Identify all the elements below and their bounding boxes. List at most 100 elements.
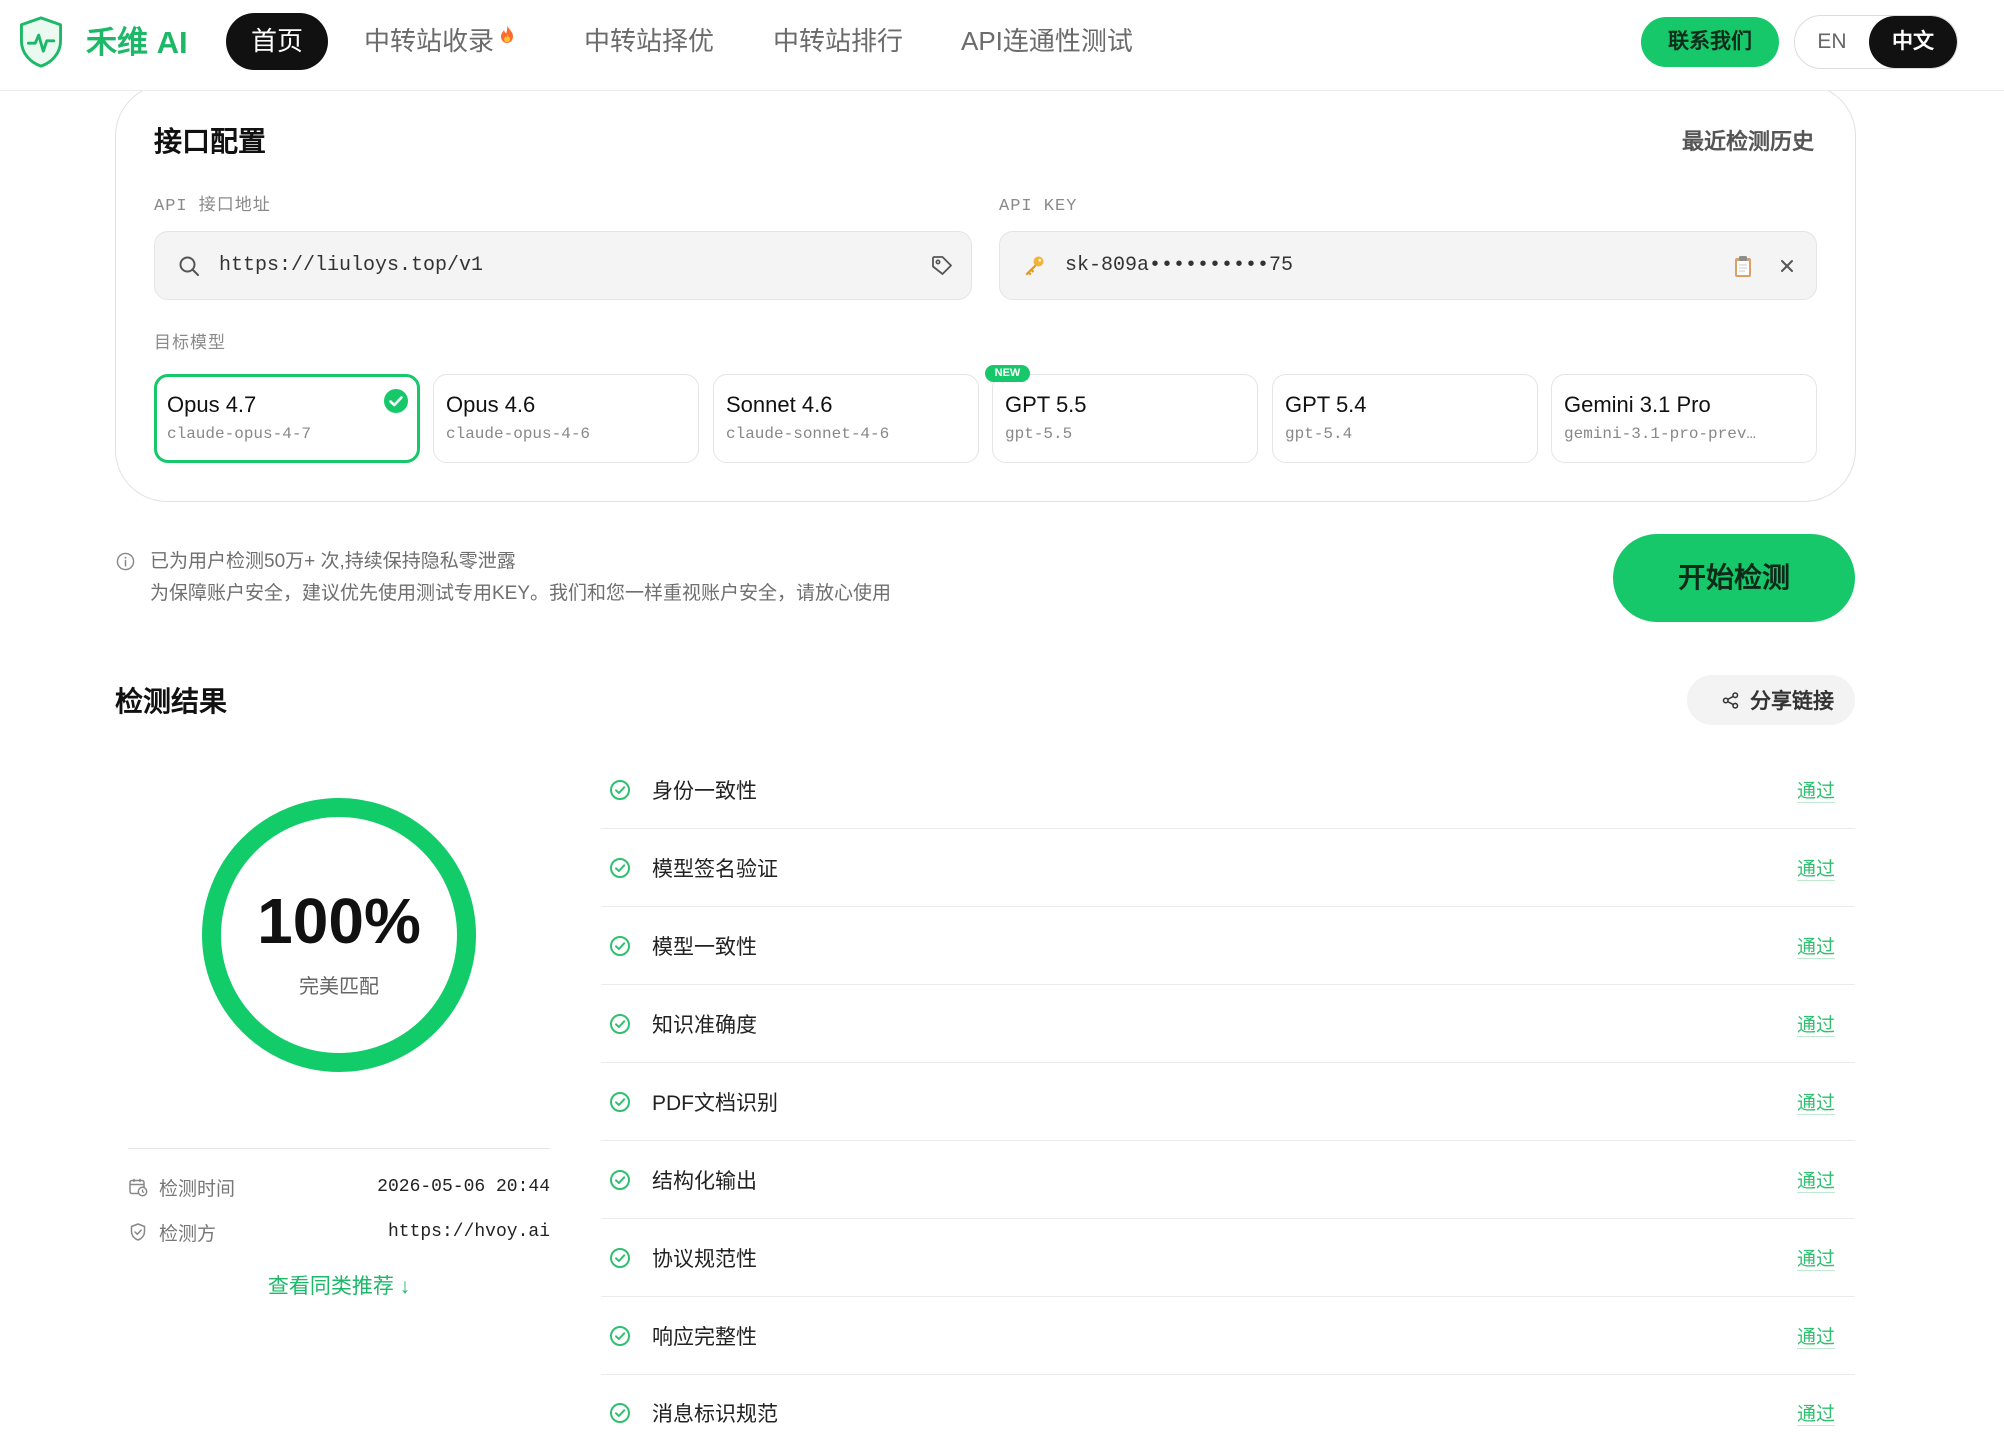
meta-label: 检测时间 bbox=[159, 1178, 236, 1200]
notice-line-1: 已为用户检测50万+ 次,持续保持隐私零泄露 bbox=[150, 551, 516, 572]
check-label: 结构化输出 bbox=[652, 1169, 757, 1193]
check-label: 身份一致性 bbox=[652, 779, 757, 803]
model-card-gpt-5-5[interactable]: GPT 5.5 gpt-5.5 bbox=[992, 374, 1258, 463]
check-row: 模型签名验证 通过 bbox=[601, 829, 1855, 907]
search-icon bbox=[177, 254, 201, 278]
model-card-opus-4-6[interactable]: Opus 4.6 claude-opus-4-6 bbox=[433, 374, 699, 463]
model-card-gpt-5-4[interactable]: GPT 5.4 gpt-5.4 bbox=[1272, 374, 1538, 463]
check-status[interactable]: 通过 bbox=[1797, 1166, 1835, 1193]
check-label: PDF文档识别 bbox=[652, 1091, 778, 1115]
check-circle-icon bbox=[383, 388, 409, 414]
history-link[interactable]: 最近检测历史 bbox=[1682, 129, 1814, 155]
check-status[interactable]: 通过 bbox=[1797, 1244, 1835, 1271]
model-id: gemini-3.1-pro-prev… bbox=[1564, 425, 1757, 443]
fire-icon bbox=[500, 25, 514, 43]
model-card-sonnet-4-6[interactable]: Sonnet 4.6 claude-sonnet-4-6 bbox=[713, 374, 979, 463]
check-row: 结构化输出 通过 bbox=[601, 1141, 1855, 1219]
config-title: 接口配置 bbox=[154, 126, 267, 157]
nav-api-test[interactable]: API连通性测试 bbox=[961, 13, 1133, 70]
nav-relay-select[interactable]: 中转站择优 bbox=[584, 13, 714, 70]
model-card-gemini-3-1-pro[interactable]: Gemini 3.1 Pro gemini-3.1-pro-prev… bbox=[1551, 374, 1817, 463]
check-row: 知识准确度 通过 bbox=[601, 985, 1855, 1063]
meta-test-time: 检测时间 2026-05-06 20:44 bbox=[128, 1172, 550, 1202]
check-row: 身份一致性 通过 bbox=[601, 751, 1855, 829]
language-toggle: EN 中文 bbox=[1794, 15, 1958, 69]
check-status[interactable]: 通过 bbox=[1797, 854, 1835, 881]
check-status[interactable]: 通过 bbox=[1797, 1322, 1835, 1349]
info-icon bbox=[116, 552, 135, 571]
new-badge: NEW bbox=[985, 365, 1030, 382]
api-url-input[interactable] bbox=[219, 254, 930, 277]
model-name: GPT 5.5 bbox=[1005, 392, 1087, 417]
meta-label: 检测方 bbox=[159, 1223, 217, 1245]
nav-relay-list-label: 中转站收录 bbox=[364, 26, 495, 56]
nav-home[interactable]: 首页 bbox=[226, 13, 328, 70]
calendar-clock-icon bbox=[128, 1177, 148, 1197]
check-circle-icon bbox=[608, 778, 632, 802]
check-row: 模型一致性 通过 bbox=[601, 907, 1855, 985]
model-id: claude-opus-4-6 bbox=[446, 425, 591, 443]
api-key-input[interactable] bbox=[1065, 254, 1731, 277]
check-status[interactable]: 通过 bbox=[1797, 1088, 1835, 1115]
check-circle-icon bbox=[608, 1168, 632, 1192]
check-label: 响应完整性 bbox=[652, 1325, 757, 1349]
config-card: 接口配置 最近检测历史 API 接口地址 API KEY 目标模型 Opus 4… bbox=[115, 84, 1856, 502]
close-icon[interactable] bbox=[1775, 254, 1799, 278]
check-label: 模型一致性 bbox=[652, 935, 757, 959]
model-name: Gemini 3.1 Pro bbox=[1564, 392, 1711, 417]
check-label: 消息标识规范 bbox=[652, 1402, 778, 1426]
check-label: 知识准确度 bbox=[652, 1013, 757, 1037]
share-link-label: 分享链接 bbox=[1750, 690, 1834, 713]
model-name: Sonnet 4.6 bbox=[726, 392, 833, 417]
tag-icon[interactable] bbox=[930, 254, 954, 278]
clipboard-icon[interactable] bbox=[1731, 254, 1755, 278]
check-list: 身份一致性 通过 模型签名验证 通过 模型一致性 通过 知识准确度 通过 PDF文档识别… bbox=[601, 751, 1855, 1450]
check-circle-icon bbox=[608, 1324, 632, 1348]
view-recommendations-link[interactable]: 查看同类推荐 ↓ bbox=[199, 1274, 479, 1300]
divider bbox=[128, 1148, 550, 1149]
check-circle-icon bbox=[608, 1401, 632, 1425]
start-test-button[interactable]: 开始检测 bbox=[1613, 534, 1855, 622]
check-circle-icon bbox=[608, 856, 632, 880]
share-link-button[interactable]: 分享链接 bbox=[1687, 675, 1855, 725]
model-id: gpt-5.5 bbox=[1005, 425, 1073, 443]
api-key-field bbox=[999, 231, 1817, 300]
model-card-opus-4-7[interactable]: Opus 4.7 claude-opus-4-7 bbox=[154, 374, 420, 463]
check-circle-icon bbox=[608, 934, 632, 958]
nav-relay-list[interactable]: 中转站收录 bbox=[364, 13, 514, 70]
meta-value: 2026-05-06 20:44 bbox=[377, 1177, 550, 1197]
score-value: 100% bbox=[257, 885, 421, 957]
check-row: PDF文档识别 通过 bbox=[601, 1063, 1855, 1141]
check-row: 消息标识规范 通过 bbox=[601, 1375, 1855, 1450]
check-status[interactable]: 通过 bbox=[1797, 1010, 1835, 1037]
model-label: 目标模型 bbox=[154, 335, 226, 354]
results-title: 检测结果 bbox=[115, 686, 228, 717]
score-label: 完美匹配 bbox=[299, 976, 379, 998]
model-id: gpt-5.4 bbox=[1285, 425, 1353, 443]
check-status[interactable]: 通过 bbox=[1797, 1399, 1835, 1426]
model-name: Opus 4.6 bbox=[446, 392, 536, 417]
meta-value: https://hvoy.ai bbox=[387, 1222, 550, 1242]
check-row: 响应完整性 通过 bbox=[601, 1297, 1855, 1375]
meta-tester: 检测方 https://hvoy.ai bbox=[128, 1217, 550, 1247]
check-status[interactable]: 通过 bbox=[1797, 932, 1835, 959]
model-name: GPT 5.4 bbox=[1285, 392, 1367, 417]
lang-zh-button[interactable]: 中文 bbox=[1869, 16, 1957, 68]
check-status[interactable]: 通过 bbox=[1797, 776, 1835, 803]
top-header: 禾维 AI 首页 中转站收录 中转站择优 中转站排行 API连通性测试 联系我们… bbox=[0, 0, 2004, 91]
nav-relay-ranking[interactable]: 中转站排行 bbox=[773, 13, 903, 70]
api-key-label: API KEY bbox=[999, 197, 1078, 216]
model-id: claude-sonnet-4-6 bbox=[726, 425, 890, 443]
contact-button[interactable]: 联系我们 bbox=[1641, 17, 1779, 67]
api-url-label: API 接口地址 bbox=[154, 197, 271, 216]
brand-name[interactable]: 禾维 AI bbox=[86, 22, 188, 64]
shield-pulse-icon[interactable] bbox=[18, 15, 64, 69]
api-url-field bbox=[154, 231, 972, 300]
model-name: Opus 4.7 bbox=[167, 392, 257, 417]
check-circle-icon bbox=[608, 1012, 632, 1036]
check-label: 协议规范性 bbox=[652, 1247, 757, 1271]
lang-en-button[interactable]: EN bbox=[1795, 16, 1869, 68]
share-icon bbox=[1721, 691, 1740, 710]
check-row: 协议规范性 通过 bbox=[601, 1219, 1855, 1297]
model-id: claude-opus-4-7 bbox=[167, 425, 312, 443]
